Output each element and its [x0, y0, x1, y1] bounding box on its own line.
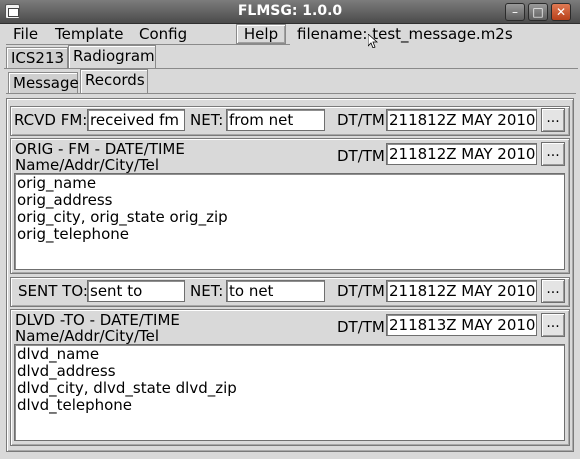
subtab-row-divider — [6, 93, 576, 94]
menu-config[interactable]: Config — [139, 24, 187, 44]
dlvd-subheader: Name/Addr/City/Tel — [15, 327, 160, 345]
tab-radiogram[interactable]: Radiogram — [68, 45, 156, 69]
sent-dttm-label: DT/TM — [337, 282, 385, 300]
menu-template-label: Template — [55, 25, 124, 43]
rcvd-dttm-button[interactable]: ... — [541, 108, 565, 132]
dlvd-line: dlvd_telephone — [17, 396, 133, 414]
window-title: FLMSG: 1.0.0 — [237, 3, 343, 19]
orig-line: orig_name — [17, 174, 97, 192]
minimize-icon[interactable]: – — [505, 3, 525, 21]
tab-ics213-label: ICS213 — [11, 49, 65, 67]
orig-dttm-button[interactable]: ... — [541, 142, 565, 166]
rcvd-net-field[interactable]: from net — [226, 109, 325, 131]
rcvd-fm-field[interactable]: received fm — [87, 109, 185, 131]
maximize-icon[interactable]: □ — [528, 3, 548, 21]
dlvd-line: dlvd_name — [17, 345, 100, 363]
dlvd-textarea[interactable]: dlvd_name dlvd_address dlvd_city, dlvd_s… — [14, 344, 565, 441]
sent-net-label: NET: — [190, 282, 224, 300]
dlvd-dttm-field[interactable]: 211813Z MAY 2010 — [386, 314, 537, 336]
orig-textarea[interactable]: orig_name orig_address orig_city, orig_s… — [14, 173, 565, 270]
rcvd-dttm-label: DT/TM — [337, 111, 385, 129]
sent-to-label: SENT TO: — [18, 282, 88, 300]
dlvd-dttm-label: DT/TM — [337, 318, 385, 336]
orig-dttm-field[interactable]: 211812Z MAY 2010 — [386, 143, 537, 165]
help-button[interactable]: Help — [236, 24, 286, 44]
menu-file[interactable]: File — [13, 24, 38, 44]
dlvd-line: dlvd_city, dlvd_state dlvd_zip — [17, 379, 237, 397]
tab-ics213[interactable]: ICS213 — [6, 47, 68, 69]
menu-file-label: File — [13, 25, 39, 43]
orig-subheader: Name/Addr/City/Tel — [15, 156, 160, 174]
tab-radiogram-label: Radiogram — [73, 47, 155, 65]
orig-dttm-label: DT/TM — [337, 147, 385, 165]
tab-message[interactable]: Message — [8, 72, 79, 94]
title-bar[interactable]: FLMSG: 1.0.0 – □ ✕ — [0, 0, 580, 24]
sent-to-field[interactable]: sent to — [87, 280, 185, 302]
filename-label: filename: test_message.m2s — [297, 25, 513, 43]
orig-line: orig_city, orig_state orig_zip — [17, 208, 228, 226]
help-button-label: Help — [243, 25, 279, 43]
orig-line: orig_address — [17, 191, 113, 209]
sent-dttm-field[interactable]: 211812Z MAY 2010 — [386, 280, 537, 302]
tab-message-label: Message — [13, 74, 79, 92]
menu-config-label: Config — [139, 25, 188, 43]
menu-template[interactable]: Template — [55, 24, 123, 44]
mouse-pointer-icon — [368, 34, 378, 48]
rcvd-net-label: NET: — [190, 111, 224, 129]
tab-records-label: Records — [85, 71, 145, 89]
close-icon[interactable]: ✕ — [551, 3, 571, 21]
sent-net-field[interactable]: to net — [226, 280, 325, 302]
dlvd-dttm-button[interactable]: ... — [541, 313, 565, 337]
rcvd-fm-label: RCVD FM: — [14, 111, 88, 129]
tab-records[interactable]: Records — [80, 69, 148, 94]
orig-line: orig_telephone — [17, 225, 129, 243]
dlvd-line: dlvd_address — [17, 362, 116, 380]
sent-dttm-button[interactable]: ... — [541, 279, 565, 303]
rcvd-dttm-field[interactable]: 211812Z MAY 2010 — [386, 109, 537, 131]
